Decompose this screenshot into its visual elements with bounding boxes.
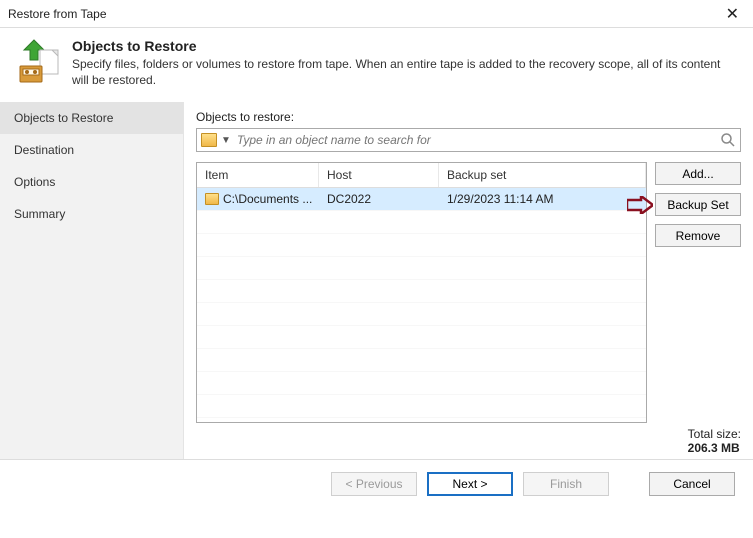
col-host[interactable]: Host <box>319 163 439 187</box>
title-bar: Restore from Tape ✕ <box>0 0 753 28</box>
step-objects-to-restore[interactable]: Objects to Restore <box>0 102 183 134</box>
search-bar[interactable]: ▼ <box>196 128 741 152</box>
step-destination[interactable]: Destination <box>0 134 183 166</box>
wizard-steps: Objects to Restore Destination Options S… <box>0 102 184 459</box>
cell-item: C:\Documents ... <box>223 192 312 206</box>
wizard-header: Objects to Restore Specify files, folder… <box>0 28 753 102</box>
page-subtitle: Specify files, folders or volumes to res… <box>72 56 739 88</box>
cell-backup-set: 1/29/2023 11:14 AM <box>439 192 646 206</box>
window-title: Restore from Tape <box>8 7 720 21</box>
cell-host: DC2022 <box>319 192 439 206</box>
wizard-icon <box>14 38 62 86</box>
folder-icon <box>201 133 217 147</box>
wizard-footer: < Previous Next > Finish Cancel <box>0 459 753 508</box>
folder-icon <box>205 193 219 205</box>
step-options[interactable]: Options <box>0 166 183 198</box>
total-size-label: Total size: <box>688 427 741 441</box>
finish-button: Finish <box>523 472 609 496</box>
step-summary[interactable]: Summary <box>0 198 183 230</box>
totals: Total size: 206.3 MB <box>196 427 741 455</box>
search-icon[interactable] <box>720 132 736 148</box>
add-button[interactable]: Add... <box>655 162 741 185</box>
remove-button[interactable]: Remove <box>655 224 741 247</box>
close-icon[interactable]: ✕ <box>720 4 745 24</box>
chevron-down-icon[interactable]: ▼ <box>221 135 231 146</box>
page-title: Objects to Restore <box>72 38 739 54</box>
total-size-value: 206.3 MB <box>688 441 741 455</box>
objects-table: Item Host Backup set C:\Documents ... DC… <box>196 162 647 423</box>
backup-set-button[interactable]: Backup Set <box>655 193 741 216</box>
objects-label: Objects to restore: <box>196 110 741 124</box>
col-backup-set[interactable]: Backup set <box>439 163 646 187</box>
table-row[interactable]: C:\Documents ... DC2022 1/29/2023 11:14 … <box>197 188 646 210</box>
next-button[interactable]: Next > <box>427 472 513 496</box>
table-header: Item Host Backup set <box>197 163 646 188</box>
search-input[interactable] <box>235 130 720 150</box>
previous-button: < Previous <box>331 472 417 496</box>
cancel-button[interactable]: Cancel <box>649 472 735 496</box>
col-item[interactable]: Item <box>197 163 319 187</box>
